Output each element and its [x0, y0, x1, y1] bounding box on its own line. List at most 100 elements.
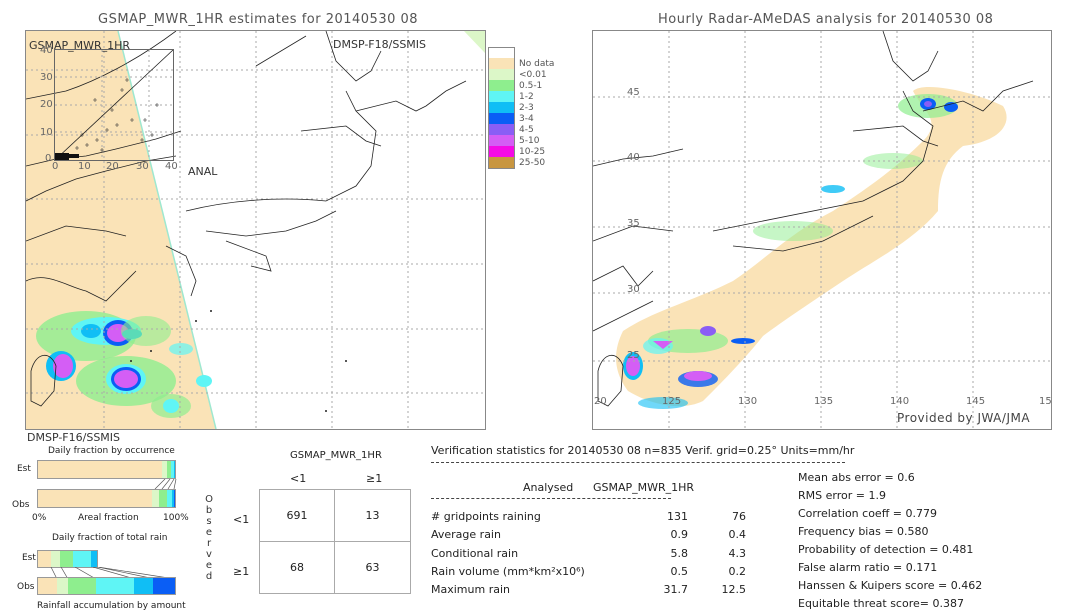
- contingency-table: 691 13 68 63: [259, 489, 411, 594]
- total-obs-label: Obs: [17, 582, 35, 592]
- legend-item: 4-5: [488, 124, 534, 135]
- right-map-title: Hourly Radar-AMeDAS analysis for 2014053…: [658, 12, 994, 27]
- contingency-col-lt1: <1: [290, 472, 307, 485]
- stat-label: Maximum rain: [431, 583, 510, 597]
- occurrence-est-label: Est: [17, 464, 31, 474]
- bar-segment: [38, 551, 51, 567]
- bar-segment: [153, 578, 175, 594]
- legend-label: No data: [519, 58, 555, 69]
- legend-label: 10-25: [519, 146, 546, 157]
- bar-segment: [95, 578, 134, 594]
- contingency-col-ge1: ≥1: [366, 472, 383, 485]
- legend-swatch: [488, 124, 515, 135]
- stat-label: Rain volume (mm*km²x10⁶): [431, 564, 585, 578]
- legend-swatch: [488, 113, 515, 124]
- contingency-side-label: Observed: [205, 494, 213, 582]
- cell-obs-ge1-est-lt1: 68: [290, 561, 304, 574]
- inset-xtick-10: 10: [78, 161, 91, 172]
- stat-analysed: 0.5: [670, 564, 689, 578]
- bar-segment: [38, 578, 58, 594]
- bar-segment: [68, 578, 96, 594]
- stat-model: 0.4: [728, 528, 747, 542]
- bar-segment: [159, 490, 168, 507]
- legend-swatch: [488, 146, 515, 157]
- stat-model: 76: [732, 510, 746, 523]
- score-item: RMS error = 1.9: [798, 489, 886, 502]
- stat-analysed: 0.9: [670, 528, 689, 542]
- stat-analysed: 131: [667, 510, 688, 523]
- legend-swatch: [488, 46, 515, 59]
- lon-tick-135: 135: [814, 396, 834, 407]
- legend-swatch: [488, 80, 515, 91]
- col-model: GSMAP_MWR_1HR: [593, 481, 695, 494]
- bar-segment: [50, 551, 61, 567]
- legend-label: 25-50: [519, 157, 546, 168]
- legend-label: 4-5: [519, 124, 534, 135]
- legend-item: No data: [488, 58, 554, 69]
- bar-segment: [38, 461, 162, 478]
- satellite-label-bottom: DMSP-F16/SSMIS: [27, 431, 121, 444]
- stat-label: Conditional rain: [431, 546, 519, 560]
- axis-100-percent: 100%: [163, 513, 189, 523]
- lat-tick-30: 30: [627, 284, 640, 295]
- legend-swatch: [488, 58, 515, 69]
- legend-item: 0.5-1: [488, 80, 542, 91]
- total-rain-title: Daily fraction of total rain: [52, 533, 168, 543]
- inset-ytick-20: 20: [40, 99, 53, 110]
- axis-areal-fraction: Areal fraction: [78, 513, 139, 523]
- inset-xtick-40: 40: [165, 161, 178, 172]
- lat-tick-35: 35: [627, 218, 640, 229]
- legend-item: 3-4: [488, 113, 534, 124]
- legend-label: 3-4: [519, 113, 534, 124]
- contingency-row-ge1: ≥1: [233, 565, 250, 578]
- data-credit: Provided by JWA/JMA: [897, 411, 1031, 425]
- legend-item: <0.01: [488, 69, 547, 80]
- total-est-bar: [37, 550, 98, 568]
- bar-segment: [133, 578, 154, 594]
- lon-tick-125: 125: [662, 396, 682, 407]
- inset-xtick-30: 30: [136, 161, 149, 172]
- lat-tick-45: 45: [627, 87, 640, 98]
- occurrence-est-bar: [37, 460, 176, 479]
- no-data-corner: [464, 31, 485, 53]
- lat-tick-25: 25: [627, 350, 640, 361]
- total-est-label: Est: [22, 553, 36, 563]
- stat-label: Average rain: [431, 528, 501, 542]
- stat-model: 12.5: [721, 583, 747, 597]
- radar-map-canvas: [593, 31, 1051, 429]
- score-item: False alarm ratio = 0.171: [798, 561, 938, 574]
- legend-swatch: [488, 135, 515, 146]
- columns-divider: [431, 498, 671, 499]
- inset-xtick-0: 0: [52, 161, 59, 172]
- stat-model: 4.3: [728, 546, 747, 560]
- lat-tick-40: 40: [627, 152, 640, 163]
- score-item: Hanssen & Kuipers score = 0.462: [798, 579, 983, 592]
- legend-label: 2-3: [519, 102, 534, 113]
- cell-obs-lt1-est-lt1: 691: [286, 509, 308, 522]
- lon-tick-130: 130: [738, 396, 758, 407]
- legend-label: 5-10: [519, 135, 540, 146]
- inset-xlabel: ANAL: [188, 165, 218, 178]
- stat-analysed: 5.8: [670, 546, 689, 560]
- legend-item: [488, 46, 519, 59]
- col-analysed: Analysed: [523, 481, 574, 494]
- occurrence-title: Daily fraction by occurrence: [48, 446, 175, 456]
- bar-segment: [38, 490, 153, 507]
- stat-label: # gridpoints raining: [431, 510, 541, 523]
- scatter-canvas: [55, 50, 173, 160]
- legend-label: 0.5-1: [519, 80, 543, 91]
- total-rain-footer: Rainfall accumulation by amount: [37, 601, 186, 611]
- legend-label: <0.01: [519, 69, 547, 80]
- contingency-row-lt1: <1: [233, 513, 250, 526]
- legend-swatch: [488, 91, 515, 102]
- inset-ytick-40: 40: [40, 45, 53, 56]
- cell-obs-lt1-est-ge1: 13: [365, 509, 380, 522]
- scatter-points: [55, 153, 79, 160]
- legend-swatch: [488, 156, 515, 169]
- bar-segment: [173, 461, 175, 478]
- bar-segment: [152, 490, 160, 507]
- precip-legend: No data <0.01 0.5-1 1-2 2-3 3-4 4-5 5-10 10-25 25…: [488, 46, 578, 197]
- legend-item: 1-2: [488, 91, 534, 102]
- lon-tick-150: 15: [1039, 396, 1052, 407]
- stat-model: 0.2: [728, 564, 747, 578]
